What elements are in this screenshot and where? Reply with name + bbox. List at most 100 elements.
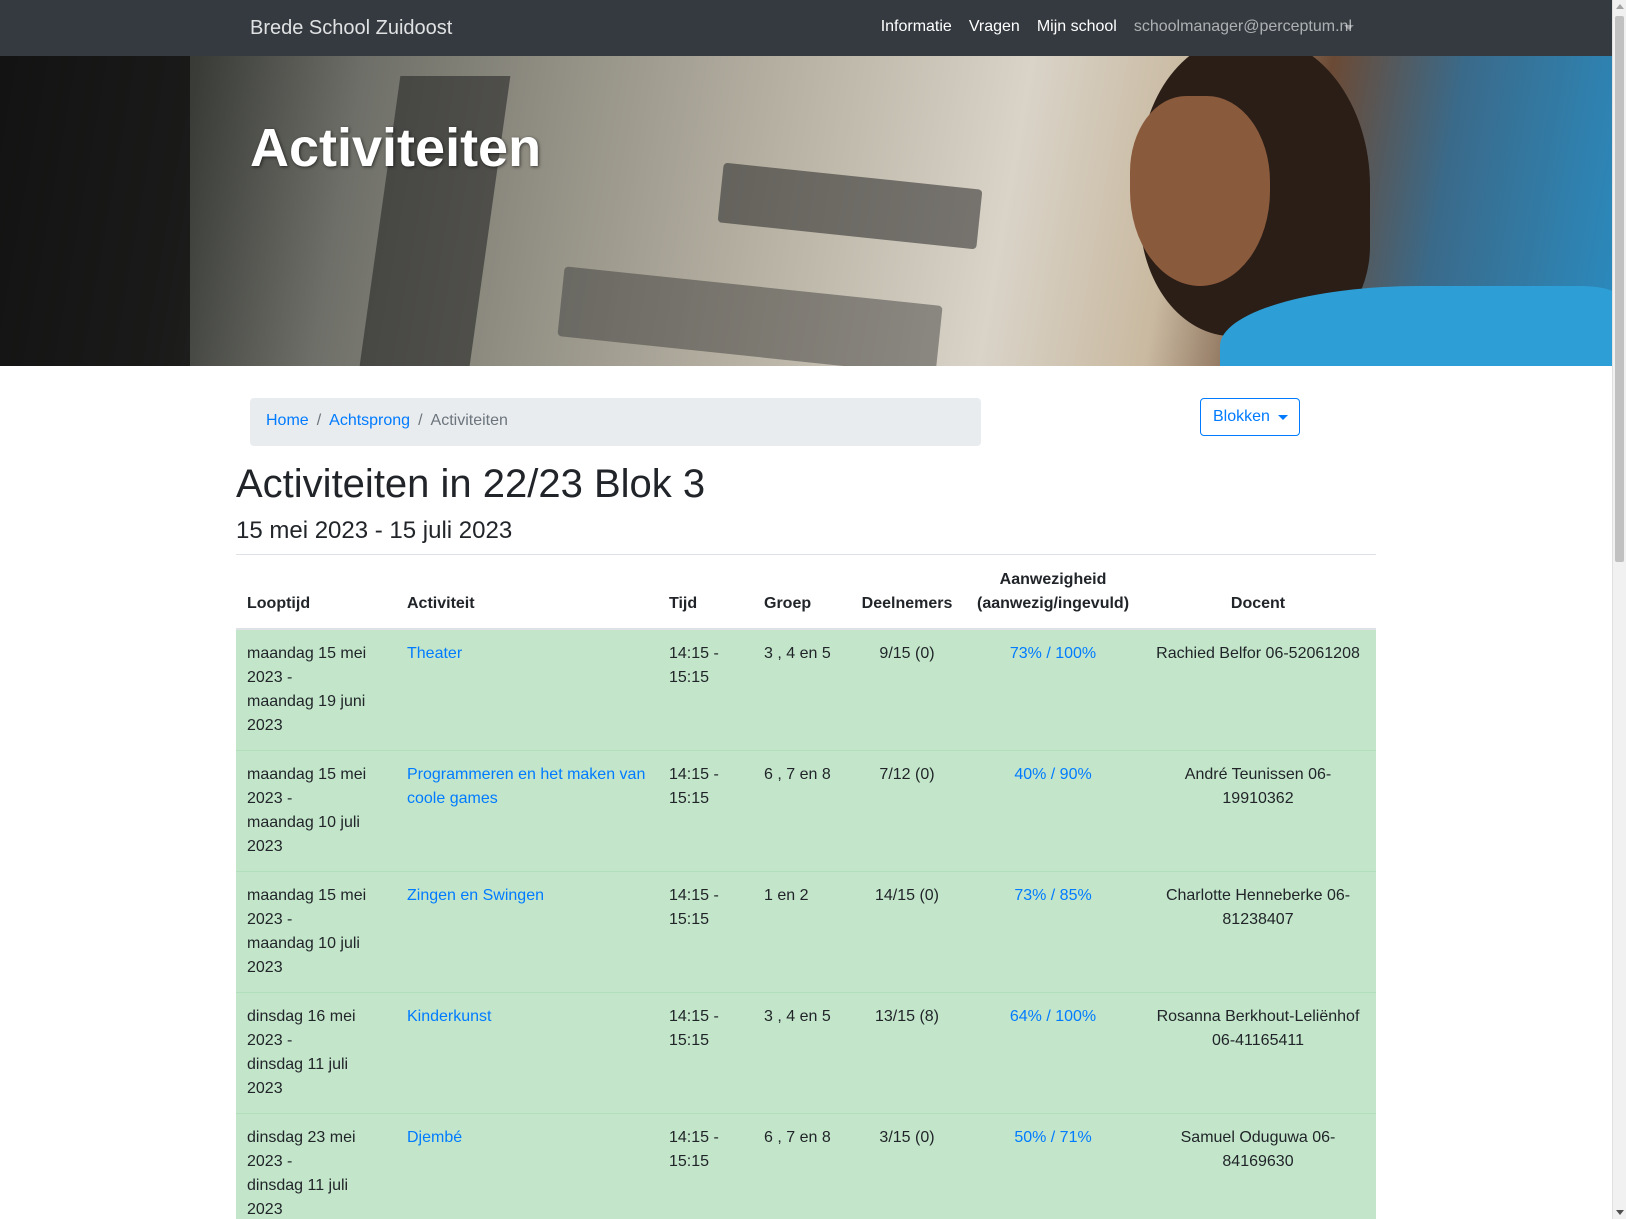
cell-looptijd: maandag 15 mei 2023 - maandag 19 juni 202… xyxy=(236,628,396,751)
header-groep: Groep xyxy=(753,556,848,630)
attendance-link[interactable]: 50% / 71% xyxy=(1014,1129,1091,1146)
attendance-link[interactable]: 64% / 100% xyxy=(1010,1008,1096,1025)
cell-groep: 6 , 7 en 8 xyxy=(753,750,848,872)
blokken-dropdown-button[interactable]: Blokken xyxy=(1200,398,1300,436)
cell-activiteit: Djembé xyxy=(396,1113,658,1219)
activities-table: Looptijd Activiteit Tijd Groep Deelnemer… xyxy=(236,556,1376,1219)
looptijd-end: dinsdag 11 juli 2023 xyxy=(247,1056,349,1097)
date-range-subtitle: 15 mei 2023 - 15 juli 2023 xyxy=(236,517,513,544)
looptijd-start: maandag 15 mei 2023 - xyxy=(247,887,367,928)
hero-banner: Activiteiten xyxy=(0,56,1612,366)
activity-link[interactable]: Kinderkunst xyxy=(407,1008,492,1025)
looptijd-start: dinsdag 16 mei 2023 - xyxy=(247,1008,356,1049)
cell-groep: 3 , 4 en 5 xyxy=(753,628,848,751)
cell-docent: Rachied Belfor 06-52061208 xyxy=(1140,628,1376,751)
scrollbar-thumb[interactable] xyxy=(1615,16,1624,562)
looptijd-end: dinsdag 11 juli 2023 xyxy=(247,1177,349,1218)
divider xyxy=(236,554,1376,555)
activity-link[interactable]: Programmeren en het maken van coole game… xyxy=(407,766,645,807)
scroll-up-arrow-icon[interactable] xyxy=(1616,4,1624,9)
cell-docent: Rosanna Berkhout-Leliënhof 06-41165411 xyxy=(1140,992,1376,1114)
cell-looptijd: dinsdag 23 mei 2023 - dinsdag 11 juli 202… xyxy=(236,1113,396,1219)
top-navbar: Brede School Zuidoost Informatie Vragen … xyxy=(0,0,1612,56)
scroll-down-arrow-icon[interactable] xyxy=(1616,1210,1624,1215)
cell-deelnemers: 3/15 (0) xyxy=(848,1113,966,1219)
attendance-link[interactable]: 73% / 85% xyxy=(1014,887,1091,904)
cell-deelnemers: 14/15 (0) xyxy=(848,871,966,993)
header-tijd: Tijd xyxy=(658,556,753,630)
header-docent: Docent xyxy=(1140,556,1376,630)
table-row: maandag 15 mei 2023 - maandag 10 juli 202… xyxy=(236,750,1376,872)
cell-tijd: 14:15 - 15:15 xyxy=(658,871,753,993)
cell-deelnemers: 7/12 (0) xyxy=(848,750,966,872)
vertical-scrollbar[interactable] xyxy=(1612,0,1626,1219)
cell-tijd: 14:15 - 15:15 xyxy=(658,992,753,1114)
cell-groep: 1 en 2 xyxy=(753,871,848,993)
cell-groep: 6 , 7 en 8 xyxy=(753,1113,848,1219)
cell-tijd: 14:15 - 15:15 xyxy=(658,1113,753,1219)
table-row: maandag 15 mei 2023 - maandag 10 juli 202… xyxy=(236,871,1376,993)
cell-activiteit: Kinderkunst xyxy=(396,992,658,1114)
cell-tijd: 14:15 - 15:15 xyxy=(658,750,753,872)
breadcrumb-separator: / xyxy=(418,412,423,429)
cell-aanwezigheid: 40% / 90% xyxy=(966,750,1141,872)
blokken-label: Blokken xyxy=(1213,408,1270,425)
hero-title: Activiteiten xyxy=(250,118,542,178)
nav-informatie[interactable]: Informatie xyxy=(881,18,952,36)
cell-deelnemers: 9/15 (0) xyxy=(848,628,966,751)
cell-aanwezigheid: 73% / 100% xyxy=(966,628,1141,751)
cell-aanwezigheid: 50% / 71% xyxy=(966,1113,1141,1219)
hero-image-keyboard-front xyxy=(557,266,943,366)
activity-link[interactable]: Zingen en Swingen xyxy=(407,887,544,904)
cell-activiteit: Theater xyxy=(396,628,658,751)
hero-image-child-face xyxy=(1130,96,1270,286)
cell-looptijd: dinsdag 16 mei 2023 - dinsdag 11 juli 202… xyxy=(236,992,396,1114)
header-deelnemers: Deelnemers xyxy=(848,556,966,630)
page-title: Activiteiten in 22/23 Blok 3 xyxy=(236,462,706,506)
breadcrumb-current: Activiteiten xyxy=(430,412,508,429)
cell-groep: 3 , 4 en 5 xyxy=(753,992,848,1114)
activity-link[interactable]: Theater xyxy=(407,645,462,662)
cell-docent: Samuel Oduguwa 06-84169630 xyxy=(1140,1113,1376,1219)
header-aanwezigheid: Aanwezigheid (aanwezig/ingevuld) xyxy=(966,556,1141,630)
brand-link[interactable]: Brede School Zuidoost xyxy=(250,17,452,40)
breadcrumb-achtsprong[interactable]: Achtsprong xyxy=(329,412,410,432)
looptijd-start: maandag 15 mei 2023 - xyxy=(247,766,367,807)
user-menu[interactable]: schoolmanager@perceptum.nl xyxy=(1134,18,1352,36)
table-header-row: Looptijd Activiteit Tijd Groep Deelnemer… xyxy=(236,556,1376,630)
header-looptijd: Looptijd xyxy=(236,556,396,630)
table-row: dinsdag 16 mei 2023 - dinsdag 11 juli 202… xyxy=(236,992,1376,1114)
breadcrumb: Home / Achtsprong / Activiteiten xyxy=(250,398,981,446)
cell-docent: André Teunissen 06-19910362 xyxy=(1140,750,1376,872)
breadcrumb-home[interactable]: Home xyxy=(266,412,309,432)
user-menu-caret-icon[interactable] xyxy=(1344,25,1354,30)
cell-aanwezigheid: 73% / 85% xyxy=(966,871,1141,993)
chevron-down-icon xyxy=(1277,414,1288,420)
attendance-link[interactable]: 40% / 90% xyxy=(1014,766,1091,783)
looptijd-end: maandag 19 juni 2023 xyxy=(247,693,366,734)
looptijd-end: maandag 10 juli 2023 xyxy=(247,814,360,855)
looptijd-start: dinsdag 23 mei 2023 - xyxy=(247,1129,356,1170)
cell-aanwezigheid: 64% / 100% xyxy=(966,992,1141,1114)
looptijd-end: maandag 10 juli 2023 xyxy=(247,935,360,976)
header-activiteit: Activiteit xyxy=(396,556,658,630)
cell-deelnemers: 13/15 (8) xyxy=(848,992,966,1114)
hero-image-keyboard xyxy=(717,162,983,250)
attendance-link[interactable]: 73% / 100% xyxy=(1010,645,1096,662)
header-aanwezigheid-line1: Aanwezigheid xyxy=(999,571,1107,588)
table-row: dinsdag 23 mei 2023 - dinsdag 11 juli 202… xyxy=(236,1113,1376,1219)
activity-link[interactable]: Djembé xyxy=(407,1129,462,1146)
cell-looptijd: maandag 15 mei 2023 - maandag 10 juli 202… xyxy=(236,871,396,993)
cell-looptijd: maandag 15 mei 2023 - maandag 10 juli 202… xyxy=(236,750,396,872)
cell-tijd: 14:15 - 15:15 xyxy=(658,628,753,751)
nav-links: Informatie Vragen Mijn school schoolmana… xyxy=(864,18,1352,36)
cell-docent: Charlotte Henneberke 06-81238407 xyxy=(1140,871,1376,993)
hero-image-monitor xyxy=(0,56,190,366)
nav-vragen[interactable]: Vragen xyxy=(969,18,1020,36)
looptijd-start: maandag 15 mei 2023 - xyxy=(247,645,367,686)
table-row: maandag 15 mei 2023 - maandag 19 juni 202… xyxy=(236,628,1376,751)
breadcrumb-separator: / xyxy=(316,412,322,429)
cell-activiteit: Programmeren en het maken van coole game… xyxy=(396,750,658,872)
cell-activiteit: Zingen en Swingen xyxy=(396,871,658,993)
nav-mijn-school[interactable]: Mijn school xyxy=(1037,18,1117,36)
